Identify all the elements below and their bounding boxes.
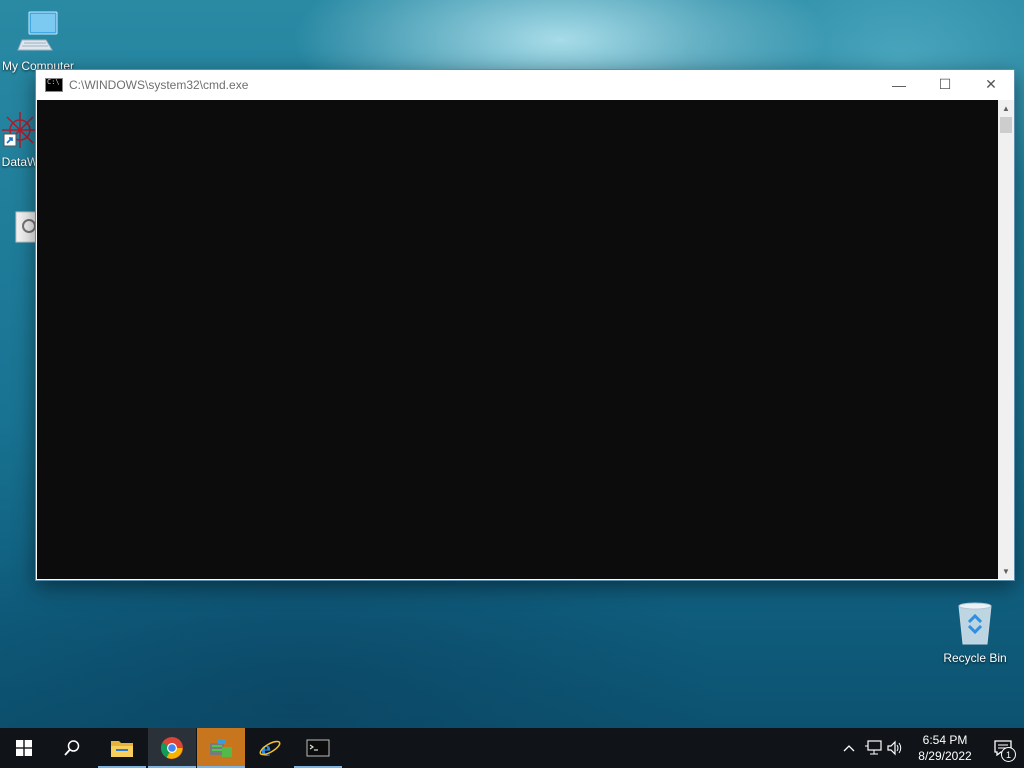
volume-icon[interactable]: [884, 728, 906, 768]
cmd-window[interactable]: C:\WINDOWS\system32\cmd.exe — ☐ ✕ ▲ ▼: [35, 69, 1015, 581]
taskbar: e 6:54 PM 8/29/2022 1: [0, 728, 1024, 768]
close-icon: ✕: [985, 76, 997, 92]
cmd-window-icon: [45, 77, 63, 92]
console-output-area[interactable]: [37, 100, 998, 579]
computer-icon: [17, 11, 58, 51]
vertical-scrollbar[interactable]: ▲ ▼: [998, 100, 1014, 579]
clock-time: 6:54 PM: [922, 733, 968, 747]
recycle-bin-icon: [958, 602, 992, 645]
taskbar-internet-explorer[interactable]: e: [246, 728, 294, 768]
recycle-bin-label: Recycle Bin: [943, 651, 1007, 665]
chrome-icon: [161, 737, 183, 759]
close-button[interactable]: ✕: [968, 70, 1014, 99]
network-icon[interactable]: [862, 728, 884, 768]
action-center-button[interactable]: 1: [988, 728, 1018, 768]
search-button[interactable]: [48, 728, 96, 768]
scroll-up-arrow-icon[interactable]: ▲: [998, 100, 1014, 116]
folder-icon: [111, 741, 133, 757]
clock-date: 8/29/2022: [918, 749, 972, 763]
minimize-icon: —: [892, 76, 906, 93]
taskbar-file-explorer[interactable]: [98, 728, 146, 768]
taskbar-chrome[interactable]: [148, 728, 196, 768]
window-title: C:\WINDOWS\system32\cmd.exe: [69, 77, 249, 92]
my-computer-desktop-icon[interactable]: My Computer: [0, 10, 76, 73]
scrollbar-thumb[interactable]: [1000, 117, 1012, 133]
taskbar-command-prompt[interactable]: [294, 728, 342, 768]
ie-icon: e: [259, 736, 281, 760]
taskbar-server-manager[interactable]: [197, 728, 245, 768]
minimize-button[interactable]: —: [876, 70, 922, 99]
scroll-down-arrow-icon[interactable]: ▼: [998, 563, 1014, 579]
notification-count-badge: 1: [1001, 747, 1016, 762]
recycle-bin-desktop-icon[interactable]: Recycle Bin: [937, 600, 1013, 665]
show-hidden-icons-chevron-icon[interactable]: [838, 728, 860, 768]
cmd-icon: [306, 739, 330, 757]
datawin-icon: [2, 112, 38, 148]
taskbar-clock[interactable]: 6:54 PM 8/29/2022: [904, 732, 986, 764]
maximize-button[interactable]: ☐: [922, 70, 968, 99]
maximize-icon: ☐: [938, 76, 952, 92]
search-icon: [64, 740, 80, 756]
start-button[interactable]: [0, 728, 48, 768]
windows-logo-icon: [16, 740, 32, 756]
server-manager-icon: [210, 739, 232, 757]
window-titlebar[interactable]: C:\WINDOWS\system32\cmd.exe — ☐ ✕: [36, 70, 1014, 99]
